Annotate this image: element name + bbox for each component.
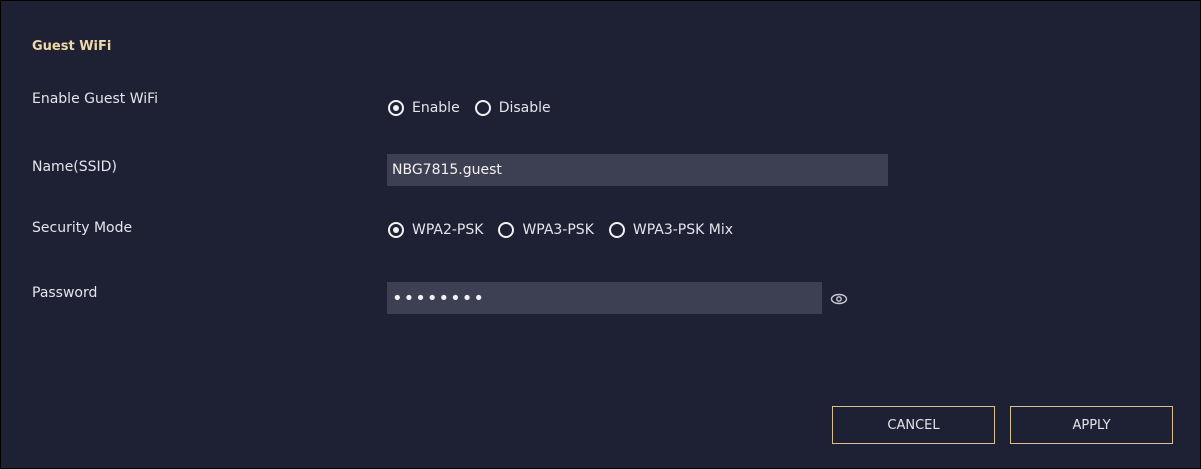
radio-unselected-icon[interactable]	[498, 222, 515, 238]
enable-guest-wifi-label: Enable Guest WiFi	[32, 91, 159, 107]
security-mode-radio-group: WPA2-PSK WPA3-PSK WPA3-PSK Mix	[388, 222, 748, 238]
ssid-label: Name(SSID)	[32, 159, 117, 175]
disable-radio-label: Disable	[498, 100, 551, 116]
radio-selected-icon[interactable]	[388, 222, 404, 238]
wpa3-psk-label: WPA3-PSK	[522, 222, 594, 238]
enable-radio-group: Enable Disable	[388, 100, 566, 116]
wpa3-psk-radio[interactable]: WPA3-PSK	[498, 222, 594, 238]
enable-radio[interactable]: Enable	[388, 100, 460, 116]
wpa3-psk-mix-radio[interactable]: WPA3-PSK Mix	[608, 222, 734, 238]
eye-icon[interactable]	[829, 289, 849, 309]
wpa2-psk-label: WPA2-PSK	[412, 222, 484, 238]
cancel-button[interactable]: CANCEL	[832, 406, 995, 444]
password-input[interactable]	[387, 282, 822, 314]
disable-radio[interactable]: Disable	[474, 100, 551, 116]
enable-radio-label: Enable	[412, 100, 460, 116]
radio-selected-icon[interactable]	[388, 100, 404, 116]
wpa3-psk-mix-label: WPA3-PSK Mix	[632, 222, 734, 238]
guest-wifi-panel: Guest WiFi Enable Guest WiFi Enable Disa…	[0, 0, 1201, 469]
security-mode-label: Security Mode	[32, 220, 133, 236]
wpa2-psk-radio[interactable]: WPA2-PSK	[388, 222, 483, 238]
apply-button[interactable]: APPLY	[1010, 406, 1173, 444]
section-title: Guest WiFi	[32, 39, 112, 54]
radio-unselected-icon[interactable]	[608, 222, 625, 238]
ssid-input[interactable]	[387, 154, 888, 186]
password-label: Password	[32, 285, 98, 301]
radio-unselected-icon[interactable]	[474, 100, 491, 116]
